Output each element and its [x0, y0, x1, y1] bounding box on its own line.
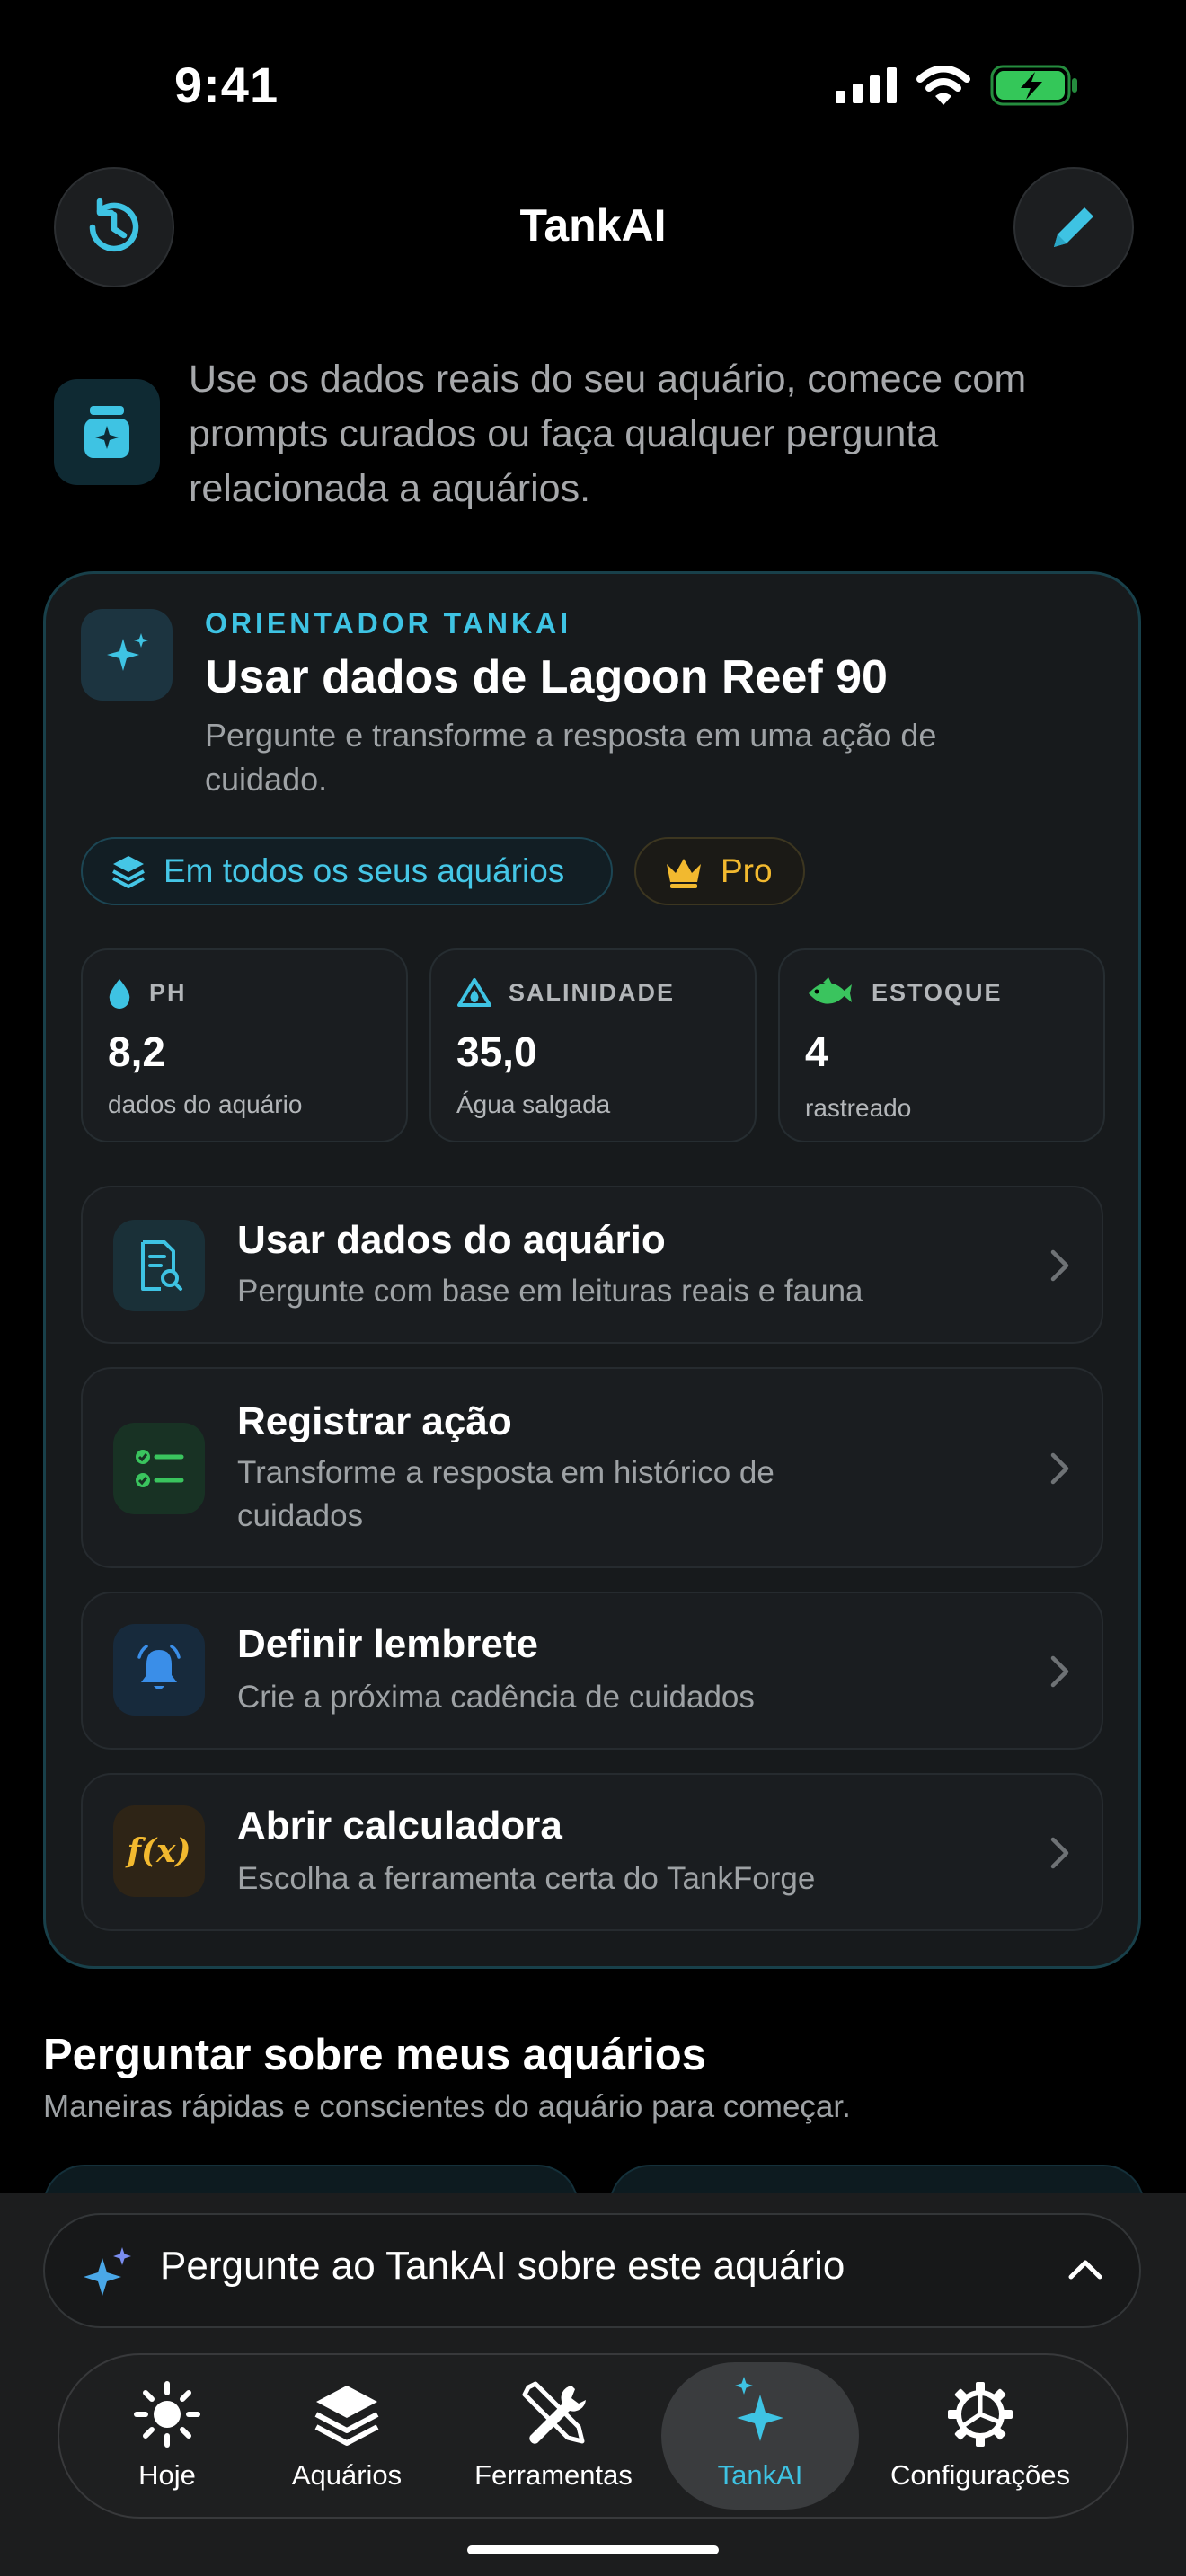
tab-settings[interactable]: Configurações — [877, 2362, 1084, 2510]
stat-value: 8,2 — [108, 1028, 165, 1075]
tab-label: Configurações — [890, 2459, 1070, 2491]
chevron-right-icon — [1050, 1655, 1069, 1688]
crown-icon — [667, 859, 701, 888]
scope-chip[interactable]: Em todos os seus aquários — [81, 837, 613, 905]
gear-icon — [948, 2382, 1013, 2447]
tab-label: Ferramentas — [474, 2459, 633, 2491]
action-title: Abrir calculadora — [237, 1804, 562, 1848]
chevron-right-icon — [1050, 1452, 1069, 1485]
document-search-icon — [113, 1220, 205, 1311]
layers-icon — [314, 2386, 379, 2446]
tab-tanks[interactable]: Aquários — [275, 2362, 419, 2510]
action-reminder[interactable] — [81, 1592, 1103, 1750]
stat-note: rastreado — [805, 1094, 912, 1122]
salinity-triangle-icon — [457, 978, 491, 1007]
tab-label: Aquários — [291, 2459, 403, 2491]
bell-icon — [113, 1624, 205, 1716]
stat-value: 4 — [805, 1028, 828, 1075]
sparkle-icon — [81, 609, 173, 701]
stat-note: dados do aquário — [108, 1090, 303, 1118]
pro-chip-label: Pro — [721, 852, 773, 889]
function-icon-text: f(x) — [127, 1832, 191, 1870]
tab-tools[interactable]: Ferramentas — [464, 2362, 643, 2510]
tab-label: Hoje — [138, 2459, 196, 2491]
advisor-eyebrow: ORIENTADOR TANKAI — [205, 607, 572, 640]
chevron-up-icon[interactable] — [1067, 2256, 1103, 2281]
page-title: TankAI — [519, 200, 667, 251]
chevron-right-icon — [1050, 1249, 1069, 1282]
scope-chip-label: Em todos os seus aquários — [164, 852, 565, 889]
advisor-title: Usar dados de Lagoon Reef 90 — [205, 651, 888, 703]
pencil-icon — [1054, 207, 1093, 247]
checklist-icon — [113, 1423, 205, 1514]
action-calculator[interactable] — [81, 1773, 1103, 1931]
action-title: Definir lembrete — [237, 1622, 538, 1666]
stat-value: 35,0 — [456, 1028, 537, 1075]
action-subtitle: Pergunte com base em leituras reais e fa… — [237, 1274, 863, 1309]
advisor-subtitle: Pergunte e transforme a resposta em uma … — [205, 717, 937, 798]
stat-label: SALINIDADE — [509, 979, 676, 1006]
sparkles-icon — [84, 2247, 131, 2296]
action-subtitle: Transforme a resposta em histórico de cu… — [237, 1455, 774, 1533]
chevron-right-icon — [1050, 1837, 1069, 1869]
action-use-tank-data[interactable] — [81, 1186, 1103, 1344]
fish-icon — [809, 977, 852, 1004]
wifi-icon — [916, 66, 970, 105]
battery-charging-icon — [990, 65, 1077, 106]
action-subtitle: Crie a próxima cadência de cuidados — [237, 1680, 755, 1715]
status-icons — [836, 65, 1078, 106]
function-icon: f(x) — [113, 1805, 205, 1897]
intro-text: Use os dados reais do seu aquário, comec… — [189, 357, 1027, 510]
tab-label: TankAI — [717, 2459, 803, 2491]
compose-button[interactable] — [1013, 167, 1134, 287]
ask-tankai-text: Pergunte ao TankAI sobre este aquário — [160, 2244, 845, 2288]
ai-jar-icon — [54, 379, 160, 485]
home-indicator — [467, 2545, 719, 2554]
tools-icon — [522, 2381, 586, 2444]
layers-icon — [112, 856, 145, 888]
action-title: Usar dados do aquário — [237, 1218, 666, 1262]
stat-label: PH — [149, 979, 187, 1006]
stat-label: ESTOQUE — [872, 979, 1003, 1006]
tab-today[interactable]: Hoje — [108, 2362, 226, 2510]
action-subtitle: Escolha a ferramenta certa do TankForge — [237, 1861, 816, 1896]
action-title: Registrar ação — [237, 1399, 512, 1443]
sparkles-icon — [735, 2377, 783, 2441]
stat-note: Água salgada — [456, 1090, 611, 1118]
section-title: Perguntar sobre meus aquários — [43, 2031, 706, 2079]
signal-icon — [836, 67, 897, 103]
status-time: 9:41 — [174, 57, 279, 113]
section-subtitle: Maneiras rápidas e conscientes do aquári… — [43, 2089, 851, 2124]
water-drop-icon — [109, 979, 130, 1009]
pro-chip[interactable]: Pro — [634, 837, 805, 905]
tab-tankai[interactable]: TankAI — [661, 2362, 859, 2510]
sun-icon — [134, 2381, 200, 2448]
